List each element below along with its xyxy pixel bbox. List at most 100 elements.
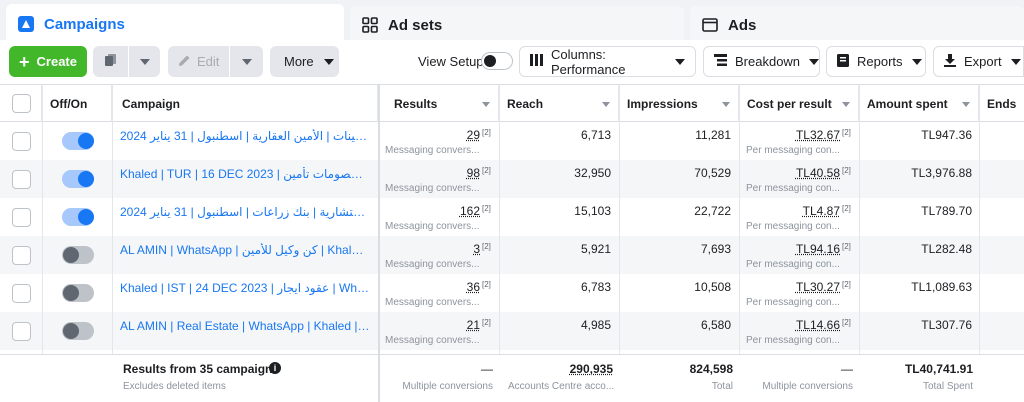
cpr-footnote: [2]	[842, 128, 851, 137]
results-value[interactable]: 3	[380, 242, 480, 256]
sort-icon	[602, 102, 610, 107]
toggle-knob	[63, 247, 79, 263]
pencil-icon	[178, 54, 191, 70]
campaign-name-link[interactable]: AL AMIN | WhatsApp | كن وكيل للأمين | Kh…	[120, 243, 370, 257]
header-cost-per-result[interactable]: Cost per result	[739, 85, 859, 122]
reach-value: 6,713	[580, 128, 611, 142]
toggle-knob	[63, 323, 79, 339]
header-ends[interactable]: Ends	[979, 85, 1024, 122]
toggle-knob	[78, 133, 94, 149]
row-checkbox[interactable]	[12, 132, 31, 151]
results-value[interactable]: 98	[380, 166, 480, 180]
campaign-toggle[interactable]	[62, 322, 94, 340]
cpr-value[interactable]: TL14.66	[739, 318, 840, 332]
cpr-value[interactable]: TL94.16	[739, 242, 840, 256]
header-results[interactable]: Results	[380, 85, 499, 122]
reach-value: 15,103	[574, 204, 611, 218]
duplicate-icon	[104, 53, 118, 70]
results-value[interactable]: 36	[380, 280, 480, 294]
table-row[interactable]: AL AMIN | WhatsApp | كن وكيل للأمين | Kh…	[0, 236, 1024, 274]
cpr-footnote: [2]	[842, 204, 851, 213]
results-sub: Messaging convers...	[385, 297, 480, 308]
create-label: Create	[36, 54, 77, 69]
column-line	[42, 84, 43, 354]
table-header: Off/On Campaign Results Reach Impression…	[0, 84, 1024, 122]
tab-adsets-label: Ad sets	[388, 16, 443, 34]
download-icon	[944, 53, 956, 70]
results-footnote: [2]	[482, 318, 491, 327]
results-footnote: [2]	[482, 204, 491, 213]
info-icon[interactable]: i	[269, 362, 281, 374]
cpr-sub: Per messaging con...	[746, 335, 840, 346]
campaign-name-link[interactable]: Khaled | TUR | 16 DEC 2023 | خصومات تأمي…	[120, 167, 370, 181]
campaign-toggle[interactable]	[62, 284, 94, 302]
edit-dropdown[interactable]	[230, 46, 263, 77]
header-campaign[interactable]: Campaign	[112, 85, 378, 122]
breakdown-button[interactable]: Breakdown	[703, 46, 820, 77]
campaign-name-link[interactable]: عروض التأمينات | الأمين العقارية | اسطنب…	[120, 129, 370, 143]
results-value[interactable]: 29	[380, 128, 480, 142]
table-row[interactable]: عروض التأمينات | الأمين العقارية | اسطنب…	[0, 122, 1024, 160]
spent-value: TL947.36	[921, 128, 972, 142]
footer-reach-sub: Accounts Centre acco...	[508, 381, 614, 392]
duplicate-dropdown[interactable]	[129, 46, 160, 77]
results-value[interactable]: 162	[380, 204, 480, 218]
results-value[interactable]: 21	[380, 318, 480, 332]
spent-value: TL3,976.88	[911, 166, 972, 180]
header-reach[interactable]: Reach	[499, 85, 619, 122]
campaign-name-link[interactable]: الأمين الاستشارية | بنك زراعات | اسطنبول…	[120, 205, 370, 219]
header-impressions[interactable]: Impressions	[619, 85, 739, 122]
sort-icon	[842, 102, 850, 107]
toggle-knob	[78, 209, 94, 225]
header-amount-spent[interactable]: Amount spent	[859, 85, 979, 122]
duplicate-button[interactable]	[93, 46, 128, 77]
footer-impressions-sub: Total	[711, 381, 733, 392]
cpr-value[interactable]: TL30.27	[739, 280, 840, 294]
view-setup-label: View Setup	[418, 54, 484, 69]
header-off-on: Off/On	[42, 85, 112, 122]
row-checkbox[interactable]	[12, 208, 31, 227]
chevron-down-icon	[323, 58, 334, 65]
view-setup-toggle[interactable]	[481, 52, 513, 70]
campaign-name-link[interactable]: Khaled | IST | 24 DEC 2023 | عقود ايجار …	[120, 281, 370, 295]
column-line	[112, 84, 113, 354]
tab-adsets[interactable]: Ad sets	[350, 6, 684, 44]
campaign-toggle[interactable]	[62, 132, 94, 150]
tab-ads[interactable]: Ads	[690, 6, 1024, 44]
table-footer: Results from 35 campaigns i Excludes del…	[0, 354, 1024, 402]
cpr-sub: Per messaging con...	[746, 259, 840, 270]
table-row[interactable]: الأمين الاستشارية | بنك زراعات | اسطنبول…	[0, 198, 1024, 236]
sort-icon	[722, 102, 730, 107]
tab-campaigns[interactable]: Campaigns	[6, 4, 344, 44]
row-checkbox[interactable]	[12, 246, 31, 265]
toggle-knob	[78, 171, 94, 187]
footer-results-sub: Multiple conversions	[402, 381, 493, 392]
more-button[interactable]: More	[270, 46, 339, 77]
campaign-toggle[interactable]	[62, 246, 94, 264]
cpr-value[interactable]: TL4.87	[739, 204, 840, 218]
create-button[interactable]: + Create	[9, 46, 87, 77]
row-checkbox[interactable]	[12, 170, 31, 189]
chevron-down-icon	[1010, 58, 1021, 65]
campaign-toggle[interactable]	[62, 208, 94, 226]
reports-label: Reports	[857, 54, 903, 69]
columns-button[interactable]: Columns: Performance	[519, 46, 696, 77]
reports-button[interactable]: Reports	[826, 46, 926, 77]
row-checkbox[interactable]	[12, 322, 31, 341]
impressions-value: 7,693	[700, 242, 731, 256]
select-all-checkbox[interactable]	[12, 94, 31, 113]
export-button[interactable]: Export	[933, 46, 1024, 77]
spent-value: TL282.48	[921, 242, 972, 256]
row-checkbox[interactable]	[12, 284, 31, 303]
campaign-toggle[interactable]	[62, 170, 94, 188]
table-row[interactable]: AL AMIN | Real Estate | WhatsApp | Khale…	[0, 312, 1024, 350]
breakdown-icon	[714, 54, 727, 69]
edit-button[interactable]: Edit	[168, 46, 229, 77]
table-row[interactable]: Khaled | TUR | 16 DEC 2023 | خصومات تأمي…	[0, 160, 1024, 198]
table-row[interactable]: Khaled | IST | 24 DEC 2023 | عقود ايجار …	[0, 274, 1024, 312]
cpr-value[interactable]: TL40.58	[739, 166, 840, 180]
impressions-value: 10,508	[694, 280, 731, 294]
adsets-icon	[360, 15, 380, 35]
campaign-name-link[interactable]: AL AMIN | Real Estate | WhatsApp | Khale…	[120, 319, 370, 333]
cpr-value[interactable]: TL32.67	[739, 128, 840, 142]
